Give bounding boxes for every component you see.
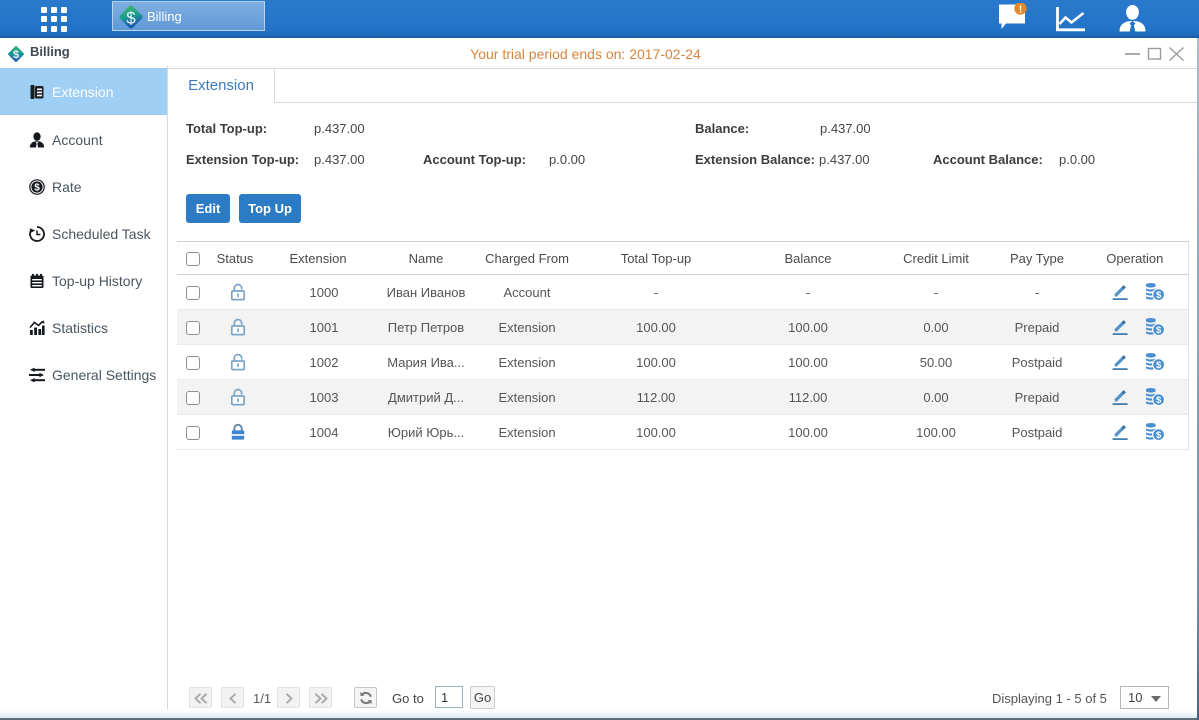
svg-text:$: $ [1156,360,1162,371]
svg-text:$: $ [1156,290,1162,301]
svg-text:$: $ [1156,325,1162,336]
svg-text:$: $ [1156,395,1162,406]
svg-text:$: $ [1156,430,1162,441]
svg-text:$: $ [34,182,40,193]
svg-text:!: ! [1019,4,1022,15]
svg-text:$: $ [126,9,136,28]
